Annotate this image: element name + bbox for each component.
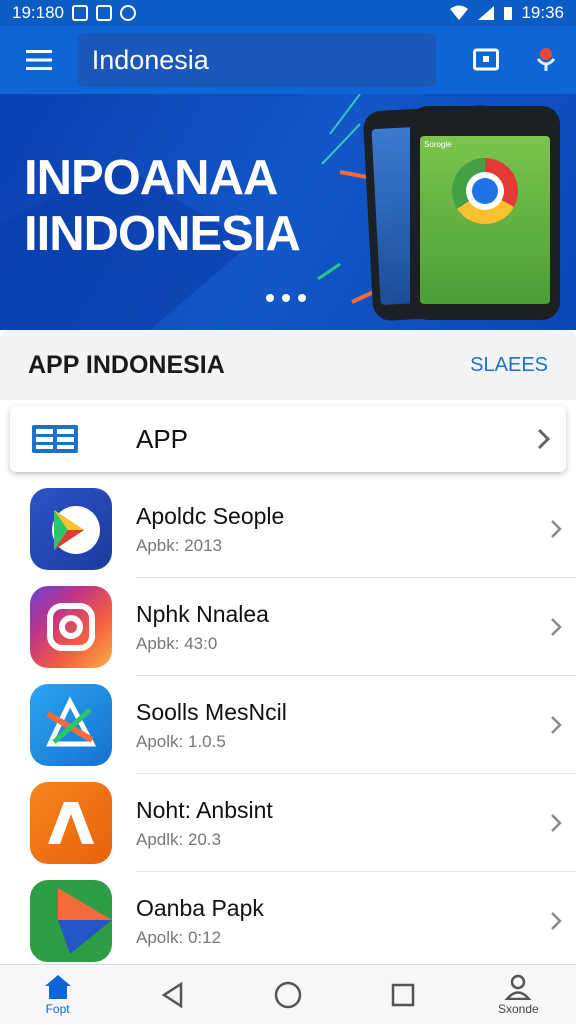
nav-recents[interactable] (358, 965, 448, 1025)
app-version: Apbk: 43:0 (136, 633, 218, 653)
signal-icon (478, 6, 495, 20)
carousel-dot[interactable] (298, 294, 306, 302)
instagram-like-icon (30, 586, 112, 668)
chevron-right-icon (551, 520, 562, 538)
status-time-left: 19:180 (12, 3, 64, 22)
voice-button[interactable] (516, 26, 576, 94)
section-see-all-link[interactable]: SLAEES (470, 354, 548, 377)
chevron-right-icon (537, 428, 550, 450)
colored-arrow-icon (30, 880, 112, 962)
hero-title-line2: IINDONESIA (24, 207, 301, 261)
phone-header: Sorogle (424, 140, 452, 149)
app-version: Apdlk: 20.3 (136, 829, 222, 849)
star-arrow-icon (30, 684, 112, 766)
grid-list-icon (32, 425, 78, 453)
app-version: Apolk: 1.0.5 (136, 731, 226, 751)
back-triangle-icon (161, 981, 183, 1008)
chevron-right-icon (551, 618, 562, 636)
app-bar: Indonesia (0, 26, 576, 94)
carousel-dot[interactable] (266, 294, 274, 302)
hero-title: INPOANAA IINDONESIA (24, 150, 301, 262)
search-field[interactable]: Indonesia (77, 33, 437, 87)
carousel-dot[interactable] (282, 294, 290, 302)
microphone-icon (536, 48, 556, 71)
app-list: Apoldc Seople Apbk: 2013 Nphk Nnalea Apb… (0, 480, 576, 970)
nav-label: Sxonde (497, 1001, 539, 1016)
list-item[interactable]: Oanba Papk Apolk: 0:12 (0, 872, 576, 970)
chevron-right-icon (551, 912, 562, 930)
home-icon (44, 974, 71, 999)
hamburger-menu-icon (25, 50, 52, 70)
recents-square-icon (391, 983, 415, 1006)
message-icon (96, 5, 112, 21)
section-title: APP INDONESIA (28, 350, 225, 379)
notification-icon (72, 5, 88, 21)
app-name: Apoldc Seople (136, 502, 285, 529)
chevron-right-icon (551, 716, 562, 734)
app-name: Oanba Papk (136, 894, 264, 921)
screen-share-icon (473, 48, 500, 71)
shield-icon (120, 5, 136, 21)
wifi-icon (450, 5, 469, 20)
category-row-app[interactable]: APP (10, 406, 566, 472)
bottom-navigation: Fopt Sxonde (0, 964, 576, 1024)
m-logo-icon (30, 782, 112, 864)
carousel-indicator[interactable] (266, 294, 306, 302)
search-text: Indonesia (91, 44, 209, 75)
nav-home[interactable]: Fopt (13, 965, 103, 1025)
section-header: APP INDONESIA SLAEES (0, 330, 576, 400)
person-icon (504, 974, 532, 1000)
list-item[interactable]: Apoldc Seople Apbk: 2013 (0, 480, 576, 578)
nav-label: Fopt (45, 1001, 70, 1016)
status-bar: 19:180 19:36 (0, 0, 576, 26)
list-item[interactable]: Noht: Anbsint Apdlk: 20.3 (0, 774, 576, 872)
hero-banner[interactable]: INPOANAA IINDONESIA Sorogle (0, 94, 576, 330)
app-name: Soolls MesNcil (136, 698, 287, 725)
screen-share-button[interactable] (456, 26, 516, 94)
list-item[interactable]: Nphk Nnalea Apbk: 43:0 (0, 578, 576, 676)
home-circle-icon (274, 981, 302, 1008)
menu-button[interactable] (0, 26, 78, 94)
chrome-logo-icon (452, 158, 518, 224)
category-label: APP (136, 423, 189, 454)
status-time-right: 19:36 (521, 3, 564, 22)
app-version: Apolk: 0:12 (136, 927, 222, 947)
app-name: Noht: Anbsint (136, 796, 273, 823)
hero-title-line1: INPOANAA (24, 151, 278, 205)
nav-profile[interactable]: Sxonde (473, 965, 563, 1025)
list-item[interactable]: Soolls MesNcil Apolk: 1.0.5 (0, 676, 576, 774)
chevron-right-icon (551, 814, 562, 832)
play-arrow-icon (30, 488, 112, 570)
phone-illustration-front: Sorogle (410, 106, 560, 320)
nav-back[interactable] (128, 965, 218, 1025)
nav-home-circle[interactable] (243, 965, 333, 1025)
app-name: Nphk Nnalea (136, 600, 269, 627)
battery-icon (504, 7, 513, 20)
app-version: Apbk: 2013 (136, 535, 223, 555)
